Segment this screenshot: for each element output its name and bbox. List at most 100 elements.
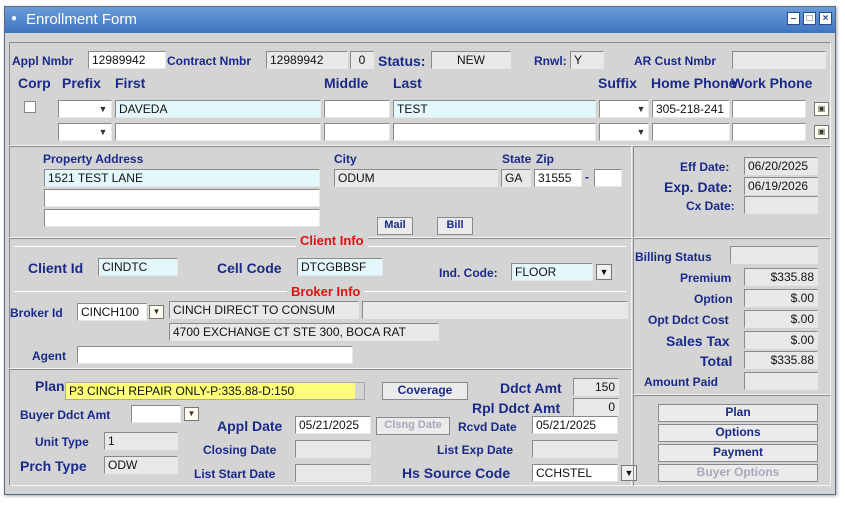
contract-seq-field[interactable]: 0 [350, 51, 374, 69]
chevron-down-icon[interactable]: ▼ [634, 102, 648, 116]
title-bar[interactable]: ● Enrollment Form – □ × [5, 7, 835, 33]
state-field[interactable]: GA [501, 169, 531, 187]
unit-type-field[interactable]: 1 [104, 432, 178, 450]
unit-type-label: Unit Type [35, 435, 89, 449]
dates-panel: Eff Date: 06/20/2025 Exp. Date: 06/19/20… [633, 146, 831, 238]
ddct-amt-field[interactable]: 150 [573, 378, 619, 396]
buyer-options-button[interactable]: Buyer Options [658, 464, 818, 482]
first-name-field[interactable]: DAVEDA [115, 100, 321, 118]
clsng-date-button[interactable]: Clsng Date [376, 417, 450, 435]
buyer-ddct-lookup-icon[interactable]: ▼ [184, 407, 199, 421]
broker-info-section-title: Broker Info [287, 284, 365, 299]
chevron-down-icon[interactable]: ▼ [96, 125, 110, 139]
cell-code-label: Cell Code [217, 260, 282, 276]
mail-button[interactable]: Mail [377, 217, 413, 235]
maximize-icon[interactable]: □ [803, 12, 816, 25]
middle-name-field[interactable] [324, 100, 390, 118]
cell-code-field[interactable]: DTCGBBSF [297, 258, 383, 276]
appl-date-label: Appl Date [217, 418, 283, 434]
agent-field[interactable] [77, 346, 353, 364]
address-line1-field[interactable]: 1521 TEST LANE [44, 169, 320, 187]
ar-cust-field[interactable] [732, 51, 826, 69]
property-address-label: Property Address [43, 152, 144, 166]
prch-type-field[interactable]: ODW [104, 456, 178, 474]
closing-date-field[interactable] [295, 440, 371, 458]
broker-address-field[interactable]: 4700 EXCHANGE CT STE 300, BOCA RAT [169, 323, 439, 341]
ind-code-dropdown-icon[interactable]: ▼ [596, 264, 612, 280]
chevron-down-icon[interactable]: ▼ [96, 102, 110, 116]
zip4-field[interactable] [594, 169, 622, 187]
prefix-col-header: Prefix [62, 75, 101, 91]
list-start-date-label: List Start Date [194, 467, 276, 481]
total-field[interactable]: $335.88 [744, 351, 818, 369]
work-phone-field[interactable] [732, 123, 806, 141]
address-panel: Property Address 1521 TEST LANE City ODU… [9, 146, 632, 238]
contract-nmbr-label: Contract Nmbr [167, 54, 252, 68]
billing-status-field[interactable] [730, 246, 818, 264]
enrollment-form-window: ● Enrollment Form – □ × Appl Nmbr 129899… [4, 6, 836, 495]
last-name-field[interactable]: TEST [393, 100, 596, 118]
broker-id-field[interactable]: CINCH100 [77, 303, 147, 321]
last-name-field[interactable] [393, 123, 596, 141]
amount-paid-field[interactable] [744, 372, 818, 390]
list-start-date-field[interactable] [295, 464, 371, 482]
appl-date-field[interactable]: 05/21/2025 [295, 416, 371, 434]
phone-lookup-icon[interactable]: ▣ [814, 102, 829, 116]
plan-field[interactable]: P3 CINCH REPAIR ONLY-P:335.88-D:150 [65, 382, 365, 400]
city-label: City [334, 152, 357, 166]
rcvd-date-field[interactable]: 05/21/2025 [532, 416, 618, 434]
sales-tax-field[interactable]: $.00 [744, 331, 818, 349]
rpl-ddct-amt-label: Rpl Ddct Amt [472, 400, 561, 416]
exp-date-field[interactable]: 06/19/2026 [744, 177, 818, 195]
chevron-down-icon[interactable]: ▼ [634, 125, 648, 139]
suffix-col-header: Suffix [598, 75, 637, 91]
client-id-field[interactable]: CINDTC [98, 258, 178, 276]
buyer-ddct-amt-field[interactable] [131, 405, 181, 423]
broker-name-field[interactable]: CINCH DIRECT TO CONSUM [169, 301, 359, 319]
premium-field[interactable]: $335.88 [744, 268, 818, 286]
appl-nmbr-field[interactable]: 12989942 [88, 51, 166, 69]
minimize-icon[interactable]: – [787, 12, 800, 25]
work-phone-field[interactable] [732, 100, 806, 118]
options-button[interactable]: Options [658, 424, 818, 442]
address-line3-field[interactable] [44, 209, 320, 227]
phone-lookup-icon[interactable]: ▣ [814, 125, 829, 139]
cx-date-field[interactable] [744, 196, 818, 214]
address-line2-field[interactable] [44, 189, 320, 207]
opt-ddct-cost-field[interactable]: $.00 [744, 310, 818, 328]
broker-name2-field[interactable] [362, 301, 628, 319]
plan-panel: Plan P3 CINCH REPAIR ONLY-P:335.88-D:150… [9, 369, 637, 486]
corp-col-header: Corp [18, 75, 51, 91]
state-label: State [502, 152, 532, 166]
rnwl-field[interactable]: Y [570, 51, 604, 69]
middle-name-field[interactable] [324, 123, 390, 141]
list-exp-date-field[interactable] [532, 440, 618, 458]
bill-button[interactable]: Bill [437, 217, 473, 235]
hs-source-code-field[interactable]: CCHSTEL [532, 464, 618, 482]
corp-checkbox[interactable] [24, 101, 36, 113]
home-phone-col-header: Home Phone [651, 75, 737, 91]
sales-tax-label: Sales Tax [666, 333, 730, 349]
close-icon[interactable]: × [819, 12, 832, 25]
plan-button[interactable]: Plan [658, 404, 818, 422]
payment-button[interactable]: Payment [658, 444, 818, 462]
coverage-button[interactable]: Coverage [382, 382, 468, 400]
broker-lookup-icon[interactable]: ▼ [149, 305, 164, 319]
eff-date-field[interactable]: 06/20/2025 [744, 157, 818, 175]
city-field[interactable]: ODUM [334, 169, 498, 187]
rpl-ddct-amt-field[interactable]: 0 [573, 398, 619, 416]
home-phone-field[interactable] [652, 123, 730, 141]
status-label: Status: [378, 53, 426, 69]
premium-label: Premium [680, 271, 732, 285]
status-field[interactable]: NEW [431, 51, 511, 69]
zip-field[interactable]: 31555 [534, 169, 582, 187]
closing-date-label: Closing Date [203, 443, 277, 457]
billing-panel: Billing Status Premium $335.88 Option $.… [633, 238, 831, 395]
option-field[interactable]: $.00 [744, 289, 818, 307]
rnwl-label: Rnwl: [534, 54, 567, 68]
hs-source-code-label: Hs Source Code [402, 465, 511, 481]
contract-nmbr-field[interactable]: 12989942 [266, 51, 348, 69]
ind-code-field[interactable]: FLOOR [511, 263, 593, 281]
home-phone-field[interactable]: 305-218-241 [652, 100, 730, 118]
first-name-field[interactable] [115, 123, 321, 141]
